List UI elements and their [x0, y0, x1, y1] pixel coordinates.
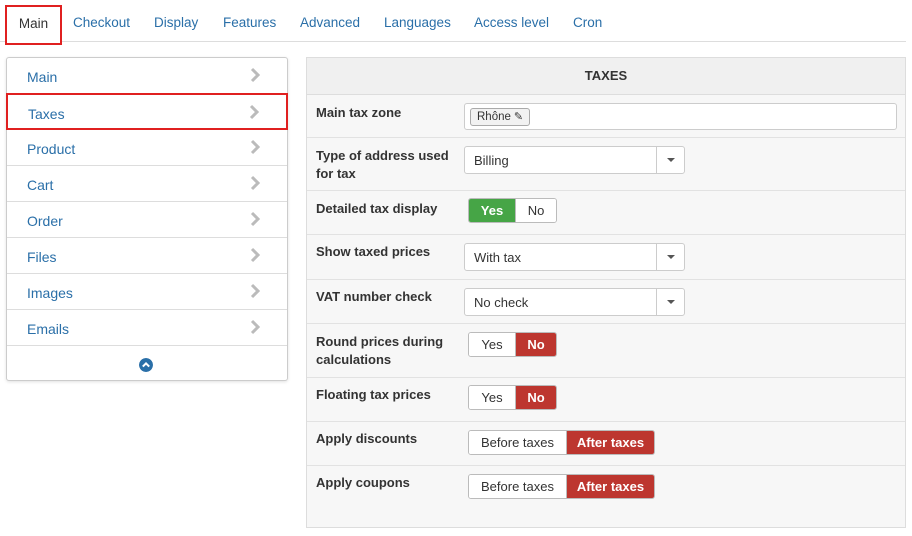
vat-check-select[interactable]: No check	[464, 288, 685, 316]
chevron-up-circle-icon[interactable]	[139, 358, 153, 372]
pencil-icon[interactable]: ✎	[514, 109, 523, 125]
side-menu: Main Taxes Product Cart Order Files Imag…	[6, 57, 288, 381]
chevron-right-icon	[250, 319, 261, 335]
dropdown-toggle[interactable]	[656, 244, 684, 270]
tab-languages[interactable]: Languages	[384, 15, 451, 30]
select-value: With tax	[474, 250, 521, 265]
row-apply-discounts: Apply discounts Before taxes After taxes	[307, 422, 905, 466]
top-tab-bar: Main Checkout Display Features Advanced …	[0, 0, 906, 45]
side-item-label: Product	[27, 141, 76, 157]
field-label: Floating tax prices	[316, 387, 431, 402]
field-label: Detailed tax display	[316, 201, 438, 216]
chevron-right-icon	[250, 247, 261, 263]
tab-display[interactable]: Display	[154, 15, 198, 30]
field-label: Round prices during calculations	[316, 334, 444, 367]
row-detailed-tax-display: Detailed tax display Yes No	[307, 191, 905, 235]
caret-down-icon	[667, 300, 675, 304]
tag-label: Rhône	[477, 111, 511, 123]
field-label: Show taxed prices	[316, 244, 431, 259]
tax-zone-input[interactable]: Rhône ✎	[464, 103, 897, 130]
tab-checkout[interactable]: Checkout	[73, 15, 130, 30]
side-item-label: Emails	[27, 321, 70, 337]
no-button[interactable]: No	[515, 199, 556, 222]
chevron-right-icon	[250, 67, 261, 83]
no-button[interactable]: No	[515, 386, 556, 409]
apply-discounts-toggle: Before taxes After taxes	[468, 430, 655, 455]
taxes-panel: TAXES Main tax zone Rhône ✎ Type of addre…	[306, 57, 906, 528]
side-item-taxes[interactable]: Taxes	[6, 93, 288, 130]
dropdown-toggle[interactable]	[656, 289, 684, 315]
side-item-files[interactable]: Files	[7, 238, 287, 274]
side-item-label: Order	[27, 213, 63, 229]
caret-down-icon	[667, 158, 675, 162]
field-label: Apply coupons	[316, 475, 410, 490]
side-item-order[interactable]: Order	[7, 202, 287, 238]
after-taxes-button[interactable]: After taxes	[566, 475, 654, 498]
row-main-tax-zone: Main tax zone Rhône ✎	[307, 95, 905, 138]
before-taxes-button[interactable]: Before taxes	[469, 475, 566, 498]
yes-button[interactable]: Yes	[469, 199, 515, 222]
apply-coupons-toggle: Before taxes After taxes	[468, 474, 655, 499]
select-value: No check	[474, 295, 529, 310]
field-label: VAT number check	[316, 289, 432, 304]
tab-main[interactable]: Main	[5, 5, 62, 45]
panel-title: TAXES	[307, 58, 905, 95]
show-taxed-select[interactable]: With tax	[464, 243, 685, 271]
dropdown-toggle[interactable]	[656, 147, 684, 173]
side-item-label: Images	[27, 285, 73, 301]
detailed-tax-toggle: Yes No	[468, 198, 557, 223]
yes-button[interactable]: Yes	[469, 333, 515, 356]
before-taxes-button[interactable]: Before taxes	[469, 431, 566, 454]
chevron-right-icon	[250, 211, 261, 227]
side-item-label: Cart	[27, 177, 54, 193]
chevron-right-icon	[250, 283, 261, 299]
after-taxes-button[interactable]: After taxes	[566, 431, 654, 454]
select-value: Billing	[474, 153, 509, 168]
tab-access-level[interactable]: Access level	[474, 15, 549, 30]
row-round-prices: Round prices during calculations Yes No	[307, 324, 905, 378]
tab-advanced[interactable]: Advanced	[300, 15, 360, 30]
field-label: Apply discounts	[316, 431, 418, 446]
tax-zone-tag[interactable]: Rhône ✎	[470, 108, 531, 126]
chevron-right-icon	[250, 175, 261, 191]
side-item-label: Files	[27, 249, 57, 265]
no-button[interactable]: No	[515, 333, 556, 356]
row-address-type: Type of address used for tax Billing	[307, 138, 905, 191]
side-item-cart[interactable]: Cart	[7, 166, 287, 202]
row-floating-tax-prices: Floating tax prices Yes No	[307, 378, 905, 422]
field-label: Type of address used for tax	[316, 148, 449, 181]
row-apply-coupons: Apply coupons Before taxes After taxes	[307, 466, 905, 528]
side-menu-footer	[7, 346, 287, 382]
field-label: Main tax zone	[316, 105, 402, 120]
row-show-taxed-prices: Show taxed prices With tax	[307, 235, 905, 280]
round-prices-toggle: Yes No	[468, 332, 557, 357]
yes-button[interactable]: Yes	[469, 386, 515, 409]
side-item-main[interactable]: Main	[7, 58, 287, 94]
floating-tax-toggle: Yes No	[468, 385, 557, 410]
side-item-images[interactable]: Images	[7, 274, 287, 310]
chevron-right-icon	[249, 104, 260, 120]
tab-cron[interactable]: Cron	[573, 15, 602, 30]
side-item-product[interactable]: Product	[7, 130, 287, 166]
chevron-right-icon	[250, 139, 261, 155]
caret-down-icon	[667, 255, 675, 259]
row-vat-number-check: VAT number check No check	[307, 280, 905, 324]
side-item-emails[interactable]: Emails	[7, 310, 287, 346]
address-type-select[interactable]: Billing	[464, 146, 685, 174]
tab-features[interactable]: Features	[223, 15, 276, 30]
side-item-label: Taxes	[28, 106, 65, 122]
side-item-label: Main	[27, 69, 58, 85]
